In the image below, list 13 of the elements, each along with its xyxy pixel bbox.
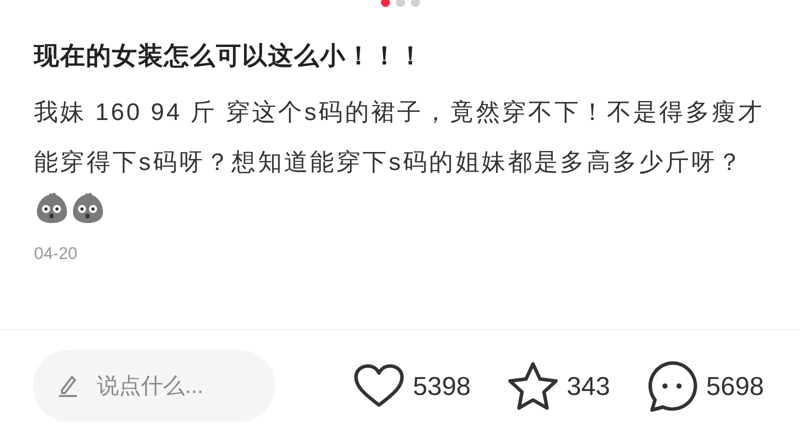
pencil-icon [57,374,79,398]
emoji-icon [70,190,106,226]
star-icon[interactable] [506,361,559,411]
comment-field[interactable]: 说点什么... [33,350,275,422]
post-body: 我妹 160 94 斤 穿这个s码的裙子，竟然穿不下！不是得多瘦才能穿得下s码呀？想知道能穿下s码的姐妹都是多高多少斤呀？ [34,99,764,176]
comment-count: 5698 [706,370,764,402]
heart-icon[interactable] [352,363,405,409]
like-count: 5398 [412,370,471,402]
post-title: 现在的女装怎么可以这么小！！！ [34,41,425,72]
chat-icon[interactable] [646,360,698,412]
post-date: 04-20 [34,244,78,264]
emoji-icon [34,190,70,226]
star-count: 343 [566,370,610,402]
